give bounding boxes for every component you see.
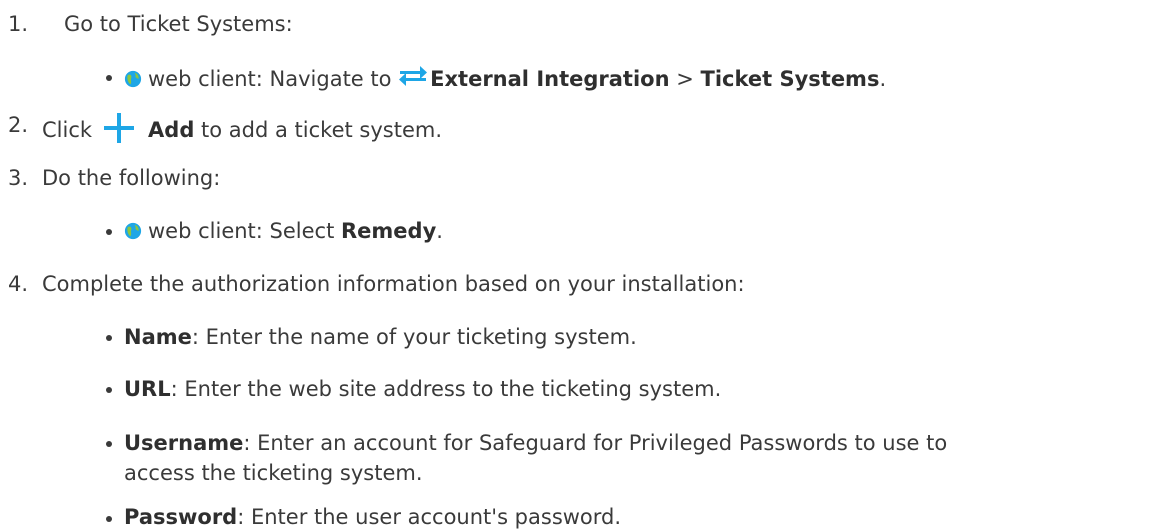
- field-description-continuation: access the ticketing system.: [124, 461, 423, 485]
- sentence-end: .: [879, 67, 887, 91]
- field-label-username: Username: [124, 431, 244, 455]
- field-description: URL: Enter the web site address to the t…: [124, 375, 721, 403]
- field-text: : Enter the web site address to the tick…: [170, 377, 722, 401]
- step-number: 4.: [8, 272, 29, 296]
- path-separator: >: [669, 67, 701, 91]
- bullet: [106, 229, 112, 235]
- field-description: Username: Enter an account for Safeguard…: [124, 429, 947, 457]
- web-client-globe-icon: [124, 70, 142, 88]
- click-text: Click: [42, 118, 93, 142]
- field-text: : Enter an account for Safeguard for Pri…: [243, 431, 948, 455]
- step-number: 2.: [8, 113, 29, 137]
- step-text-rest: to add a ticket system.: [194, 118, 443, 142]
- bullet: [106, 335, 112, 341]
- bullet: [106, 441, 112, 447]
- step-text: Go to Ticket Systems:: [64, 12, 293, 36]
- bullet: [106, 75, 112, 81]
- field-description: Password: Enter the user account's passw…: [124, 503, 621, 531]
- add-plus-icon: [104, 113, 135, 143]
- menu-path-external-integration: External Integration: [430, 67, 670, 91]
- field-label-url: URL: [124, 377, 171, 401]
- step-text: Complete the authorization information b…: [42, 272, 745, 296]
- step-sub-item: web client: Navigate to External Integra…: [124, 63, 886, 93]
- menu-path-ticket-systems: Ticket Systems: [700, 67, 880, 91]
- remedy-option: Remedy: [341, 219, 437, 243]
- field-label-name: Name: [124, 325, 192, 349]
- field-text: : Enter the user account's password.: [237, 505, 622, 529]
- add-button-label: Add: [148, 118, 195, 142]
- external-integration-arrows-icon: [399, 66, 428, 86]
- sub-item-text: web client: Select: [148, 219, 341, 243]
- sub-item-text: web client: Navigate to: [148, 67, 399, 91]
- step-sub-item: web client: Select Remedy.: [124, 217, 443, 245]
- bullet: [106, 387, 112, 393]
- bullet: [106, 516, 112, 522]
- step-text: Click Add to add a ticket system.: [42, 111, 442, 145]
- step-number: 1.: [8, 12, 29, 36]
- web-client-globe-icon: [124, 222, 142, 240]
- step-text: Do the following:: [42, 166, 221, 190]
- sentence-end: .: [436, 219, 443, 243]
- field-label-password: Password: [124, 505, 238, 529]
- field-description: Name: Enter the name of your ticketing s…: [124, 323, 637, 351]
- field-text: : Enter the name of your ticketing syste…: [191, 325, 637, 349]
- step-number: 3.: [8, 166, 29, 190]
